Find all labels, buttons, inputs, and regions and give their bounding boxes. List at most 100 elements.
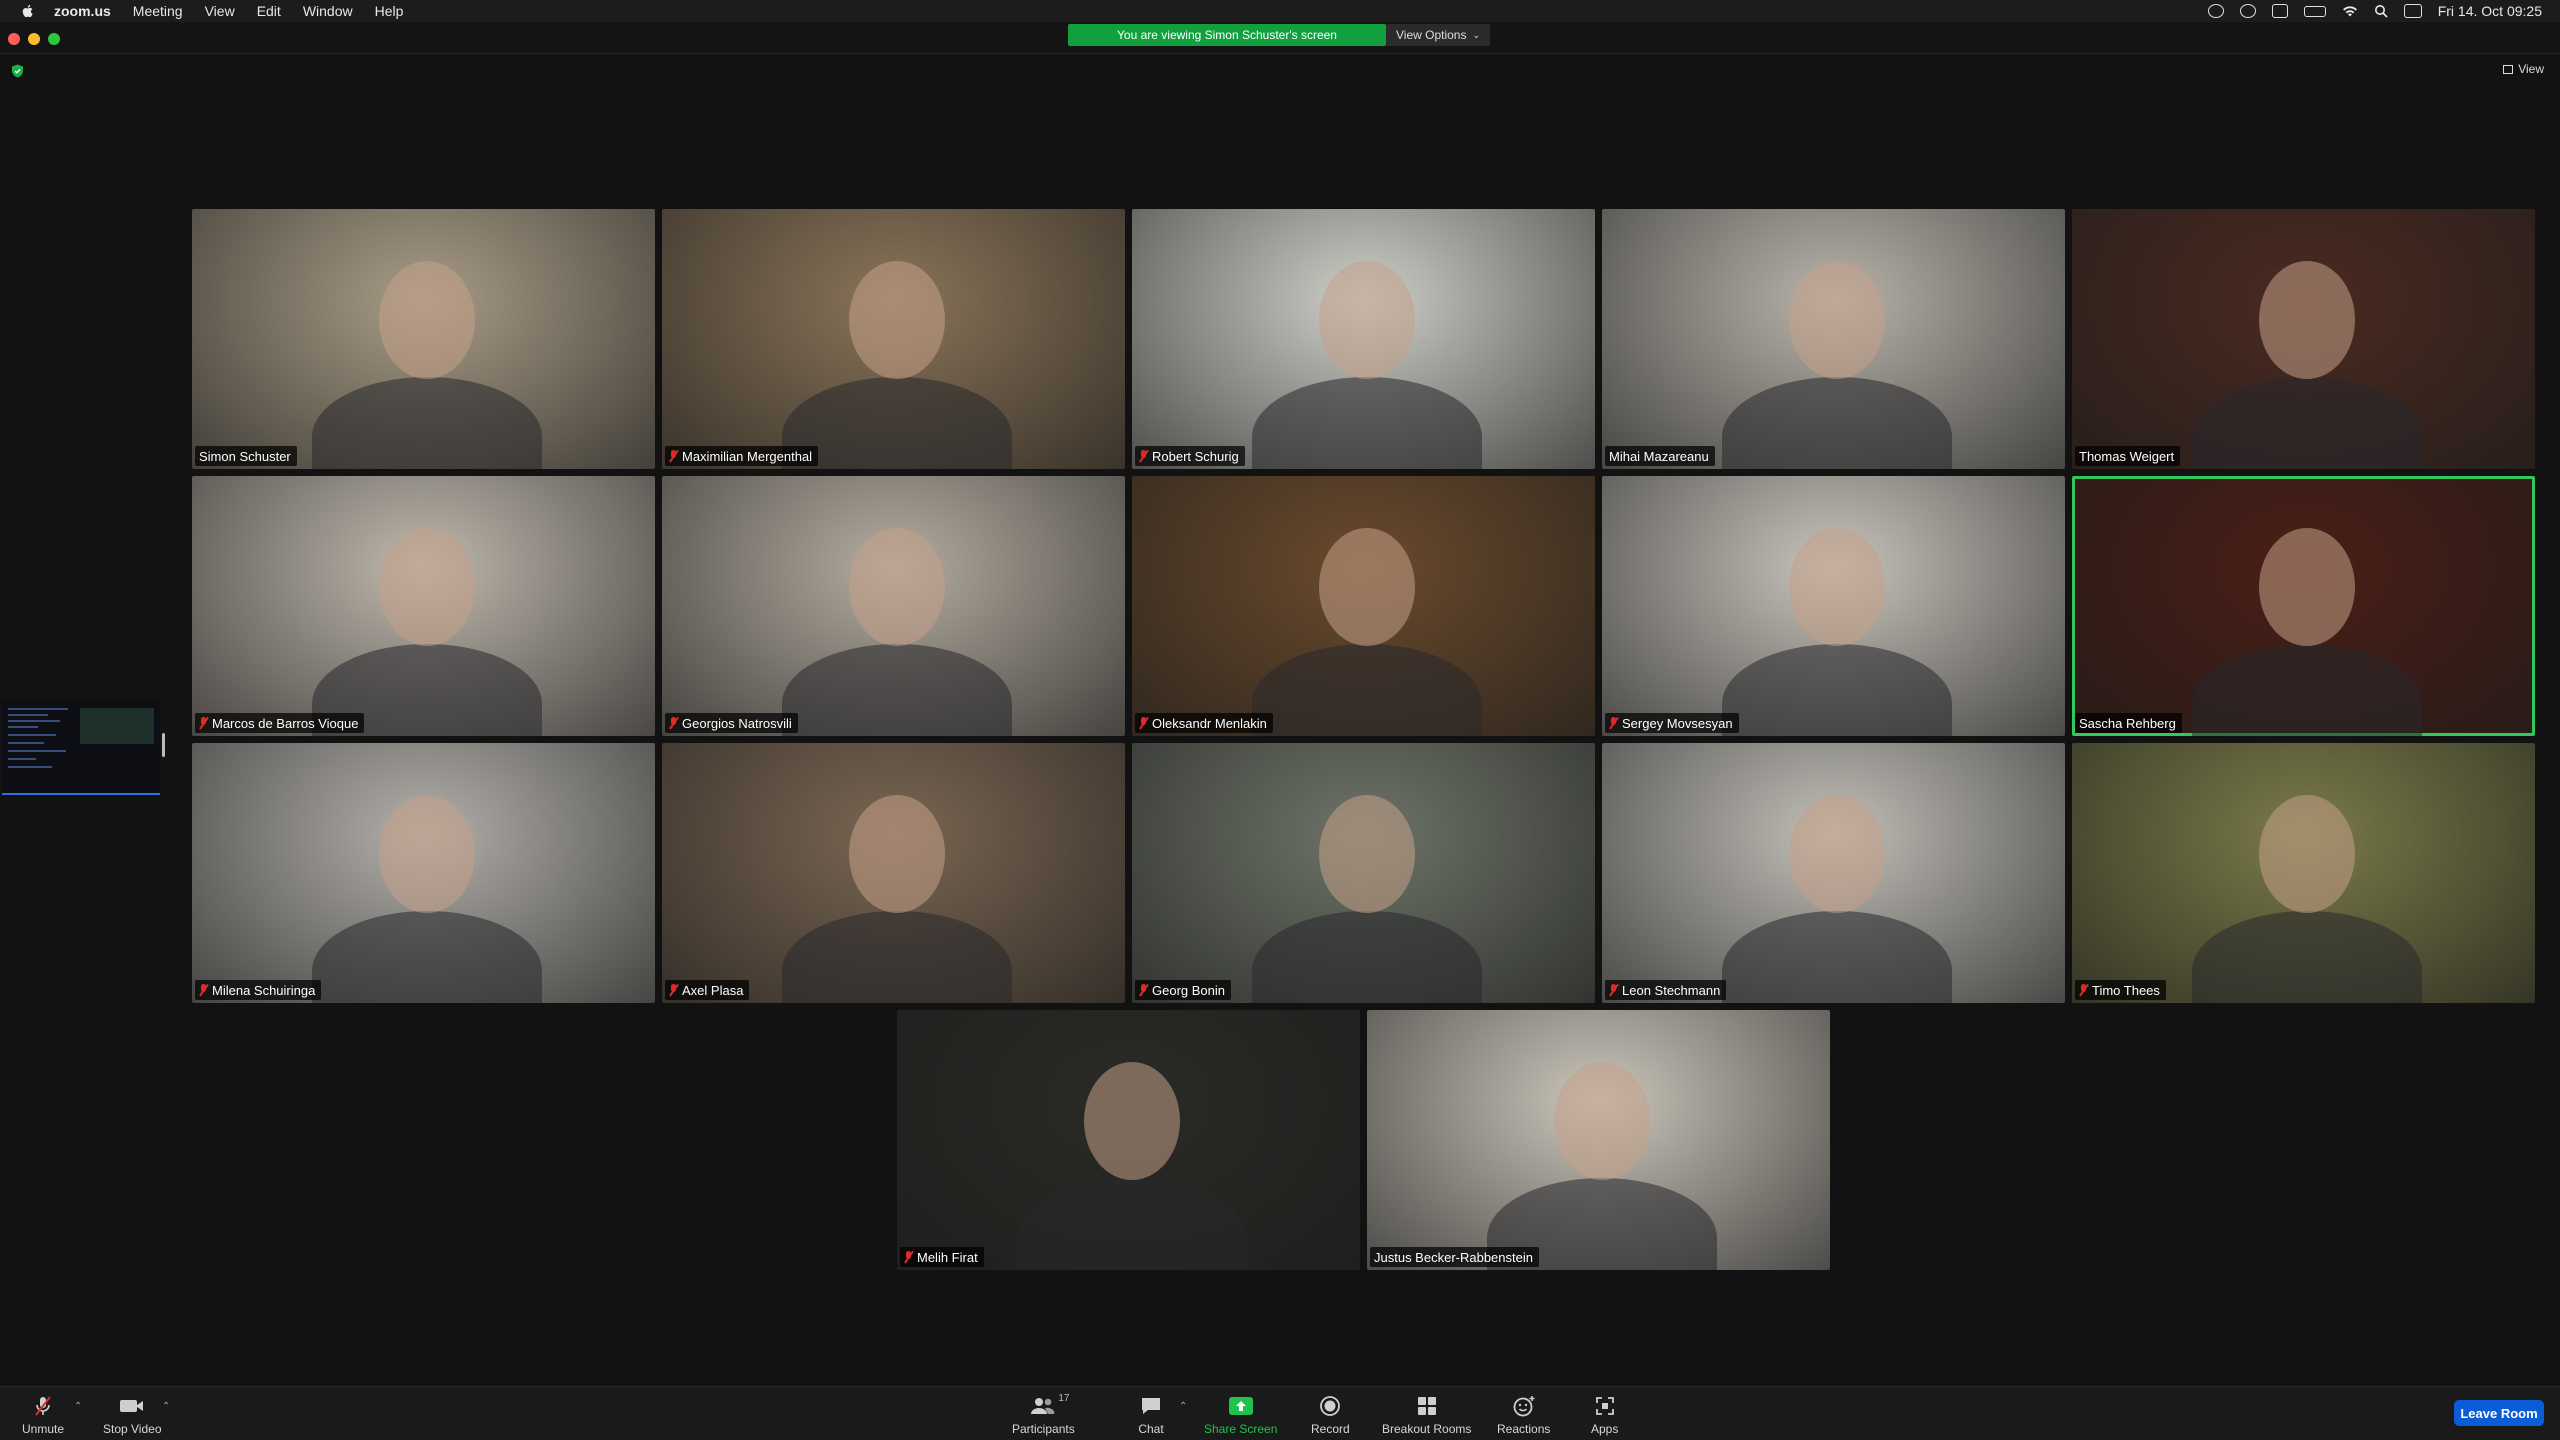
participants-button[interactable]: 17 Participants xyxy=(1012,1393,1075,1436)
wifi-icon[interactable] xyxy=(2342,5,2358,17)
view-options-dropdown[interactable]: View Options ⌄ xyxy=(1386,24,1490,46)
stop-video-button[interactable]: Stop Video xyxy=(103,1395,162,1436)
screen-record-icon[interactable] xyxy=(2239,4,2256,18)
muted-microphone-icon xyxy=(1609,984,1618,996)
muted-microphone-icon xyxy=(904,1251,913,1263)
menu-help[interactable]: Help xyxy=(375,3,404,19)
video-tile[interactable]: Timo Thees xyxy=(2072,743,2535,1003)
share-screen-button[interactable]: Share Screen xyxy=(1204,1395,1277,1436)
apps-icon xyxy=(1592,1395,1618,1417)
chat-bubble-icon xyxy=(1138,1395,1164,1417)
video-tile[interactable]: Leon Stechmann xyxy=(1602,743,2065,1003)
muted-microphone-icon xyxy=(1139,984,1148,996)
view-options-label: View Options xyxy=(1395,28,1467,42)
video-options-chevron-icon[interactable]: ⌃ xyxy=(162,1401,172,1412)
participant-face xyxy=(1789,795,1885,913)
video-tile[interactable]: Robert Schurig xyxy=(1132,209,1595,469)
participant-name: Melih Firat xyxy=(917,1249,978,1265)
view-layout-button[interactable]: View xyxy=(2503,62,2544,76)
video-tile[interactable]: Marcos de Barros Vioque xyxy=(192,476,655,736)
zoom-window-button[interactable] xyxy=(48,33,60,45)
participant-face xyxy=(1319,261,1415,379)
video-tile[interactable]: Georgios Natrosvili xyxy=(662,476,1125,736)
participant-face xyxy=(2259,261,2355,379)
reactions-smiley-icon xyxy=(1511,1395,1537,1417)
reactions-button[interactable]: Reactions xyxy=(1497,1395,1550,1436)
participant-video-silhouette xyxy=(312,911,542,1003)
video-tile[interactable]: Axel Plasa xyxy=(662,743,1125,1003)
video-tile[interactable]: Melih Firat xyxy=(897,1010,1360,1270)
record-icon xyxy=(1317,1395,1343,1417)
chevron-down-icon: ⌄ xyxy=(1472,29,1481,40)
unmute-label: Unmute xyxy=(22,1422,65,1436)
video-tile[interactable]: Georg Bonin xyxy=(1132,743,1595,1003)
participant-face xyxy=(1789,528,1885,646)
participants-count-badge: 17 xyxy=(1058,1393,1070,1404)
participant-face xyxy=(1084,1062,1180,1180)
participant-name: Leon Stechmann xyxy=(1622,982,1721,998)
video-tile[interactable]: Sergey Movsesyan xyxy=(1602,476,2065,736)
participant-name: Milena Schuiringa xyxy=(212,982,316,998)
video-tile[interactable]: Oleksandr Menlakin xyxy=(1132,476,1595,736)
chat-label: Chat xyxy=(1138,1422,1164,1436)
participant-name-tag: Simon Schuster xyxy=(195,446,297,466)
apple-icon[interactable] xyxy=(20,3,36,19)
menu-bar-status-area: Fri 14. Oct 09:25 xyxy=(2207,0,2542,22)
meeting-controls-toolbar: Unmute ⌃ Stop Video ⌃ 17 Participants Ch… xyxy=(0,1386,2560,1440)
video-tile[interactable]: Milena Schuiringa xyxy=(192,743,655,1003)
menu-bar-clock[interactable]: Fri 14. Oct 09:25 xyxy=(2438,3,2542,19)
video-tile[interactable]: Sascha Rehberg xyxy=(2072,476,2535,736)
leave-room-button[interactable]: Leave Room xyxy=(2454,1400,2544,1426)
participant-name: Sascha Rehberg xyxy=(2079,715,2176,731)
menu-app-name[interactable]: zoom.us xyxy=(54,3,111,19)
viewing-screen-banner: You are viewing Simon Schuster's screen xyxy=(1068,24,1386,46)
status-circle-icon[interactable] xyxy=(2207,4,2224,18)
minimize-window-button[interactable] xyxy=(28,33,40,45)
close-window-button[interactable] xyxy=(8,33,20,45)
participant-name: Marcos de Barros Vioque xyxy=(212,715,359,731)
view-layout-label: View xyxy=(2518,62,2544,76)
menu-view[interactable]: View xyxy=(205,3,235,19)
chat-options-chevron-icon[interactable]: ⌃ xyxy=(1179,1401,1189,1412)
video-tile[interactable]: Justus Becker-Rabbenstein xyxy=(1367,1010,1830,1270)
participant-name-tag: Sascha Rehberg xyxy=(2075,713,2182,733)
menu-meeting[interactable]: Meeting xyxy=(133,3,183,19)
thumbnail-resize-handle[interactable] xyxy=(162,733,165,757)
record-button[interactable]: Record xyxy=(1311,1395,1350,1436)
video-tile[interactable]: Thomas Weigert xyxy=(2072,209,2535,469)
breakout-rooms-button[interactable]: Breakout Rooms xyxy=(1382,1395,1471,1436)
control-center-icon[interactable] xyxy=(2403,4,2422,18)
muted-microphone-icon xyxy=(1609,717,1618,729)
muted-microphone-icon xyxy=(669,717,678,729)
participant-video-silhouette xyxy=(1252,644,1482,736)
chat-button[interactable]: Chat xyxy=(1138,1395,1164,1436)
participant-video-silhouette xyxy=(782,911,1012,1003)
video-tile[interactable]: Maximilian Mergenthal xyxy=(662,209,1125,469)
participant-name-tag: Melih Firat xyxy=(900,1247,984,1267)
shared-screen-thumbnail[interactable] xyxy=(2,700,160,795)
security-shield-icon[interactable] xyxy=(11,64,24,78)
menu-edit[interactable]: Edit xyxy=(257,3,281,19)
participant-name-tag: Justus Becker-Rabbenstein xyxy=(1370,1247,1539,1267)
participant-name-tag: Leon Stechmann xyxy=(1605,980,1727,1000)
participant-name-tag: Axel Plasa xyxy=(665,980,750,1000)
video-tile[interactable]: Mihai Mazareanu xyxy=(1602,209,2065,469)
apps-button[interactable]: Apps xyxy=(1591,1395,1618,1436)
participant-name-tag: Sergey Movsesyan xyxy=(1605,713,1739,733)
video-tile[interactable]: Simon Schuster xyxy=(192,209,655,469)
menu-window[interactable]: Window xyxy=(303,3,353,19)
spotlight-search-icon[interactable] xyxy=(2374,4,2388,18)
participant-video-silhouette xyxy=(2192,377,2422,469)
unmute-button[interactable]: Unmute xyxy=(22,1395,64,1436)
participant-video-silhouette xyxy=(782,644,1012,736)
participant-video-silhouette xyxy=(1722,644,1952,736)
participant-name-tag: Maximilian Mergenthal xyxy=(665,446,819,466)
participant-video-silhouette xyxy=(1722,377,1952,469)
audio-options-chevron-icon[interactable]: ⌃ xyxy=(74,1401,84,1412)
participant-name-tag: Oleksandr Menlakin xyxy=(1135,713,1273,733)
calendar-icon[interactable] xyxy=(2271,4,2288,18)
battery-icon[interactable] xyxy=(2303,5,2326,17)
macos-menu-bar: zoom.us Meeting View Edit Window Help Fr… xyxy=(0,0,2560,22)
participant-name: Thomas Weigert xyxy=(2079,448,2175,464)
muted-microphone-icon xyxy=(1139,450,1148,462)
